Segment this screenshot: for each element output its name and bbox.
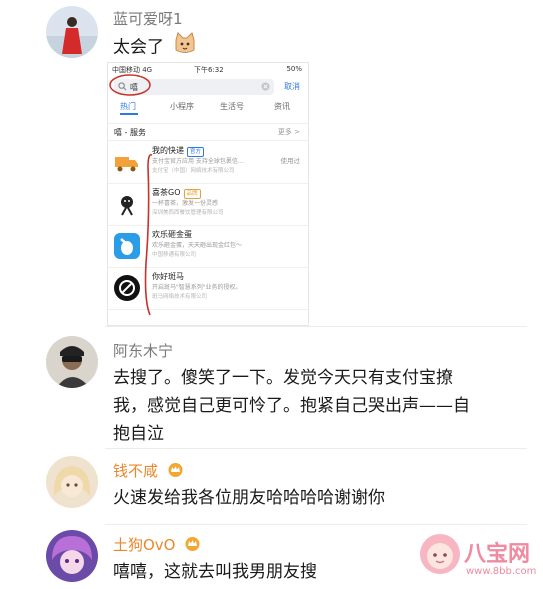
username[interactable]: 蓝可爱呀1 (113, 8, 183, 29)
vip-crown-icon (184, 536, 201, 555)
vip-crown-icon (167, 462, 184, 481)
divider (105, 448, 527, 449)
username[interactable]: 钱不咸 (113, 460, 184, 481)
username-text: 土狗OvO (113, 536, 176, 554)
avatar[interactable] (46, 530, 98, 582)
baby-logo-icon (418, 532, 462, 580)
red-annotation-icon (109, 74, 153, 316)
embedded-screenshot: 中国移动 4G 下午6:32 50% 嘻 取消 热门 小程序 生活号 资讯 嘻 … (107, 62, 309, 326)
watermark-url: www.8bb.com (466, 566, 537, 577)
comment-text: 去搜了。傻笑了一下。发觉今天只有支付宝撩我，感觉自己更可怜了。抱紧自己哭出声——… (113, 368, 470, 444)
comment-text: 太会了 (113, 32, 197, 63)
cat-emoji-icon (173, 32, 197, 63)
avatar[interactable] (46, 456, 98, 508)
username-text: 钱不咸 (113, 462, 159, 480)
divider (105, 326, 527, 327)
comment-text: 火速发给我各位朋友哈哈哈哈谢谢你 (113, 488, 385, 508)
avatar[interactable] (46, 336, 98, 388)
watermark: 八宝网 www.8bb.com (418, 530, 540, 586)
watermark-brand: 八宝网 (464, 542, 531, 567)
username[interactable]: 土狗OvO (113, 534, 201, 555)
divider (105, 524, 527, 525)
comment-text: 嘻嘻，这就去叫我男朋友搜 (113, 562, 317, 582)
comment-text-content: 太会了 (113, 37, 164, 58)
username[interactable]: 阿东木宁 (113, 340, 173, 361)
avatar[interactable] (46, 6, 98, 58)
